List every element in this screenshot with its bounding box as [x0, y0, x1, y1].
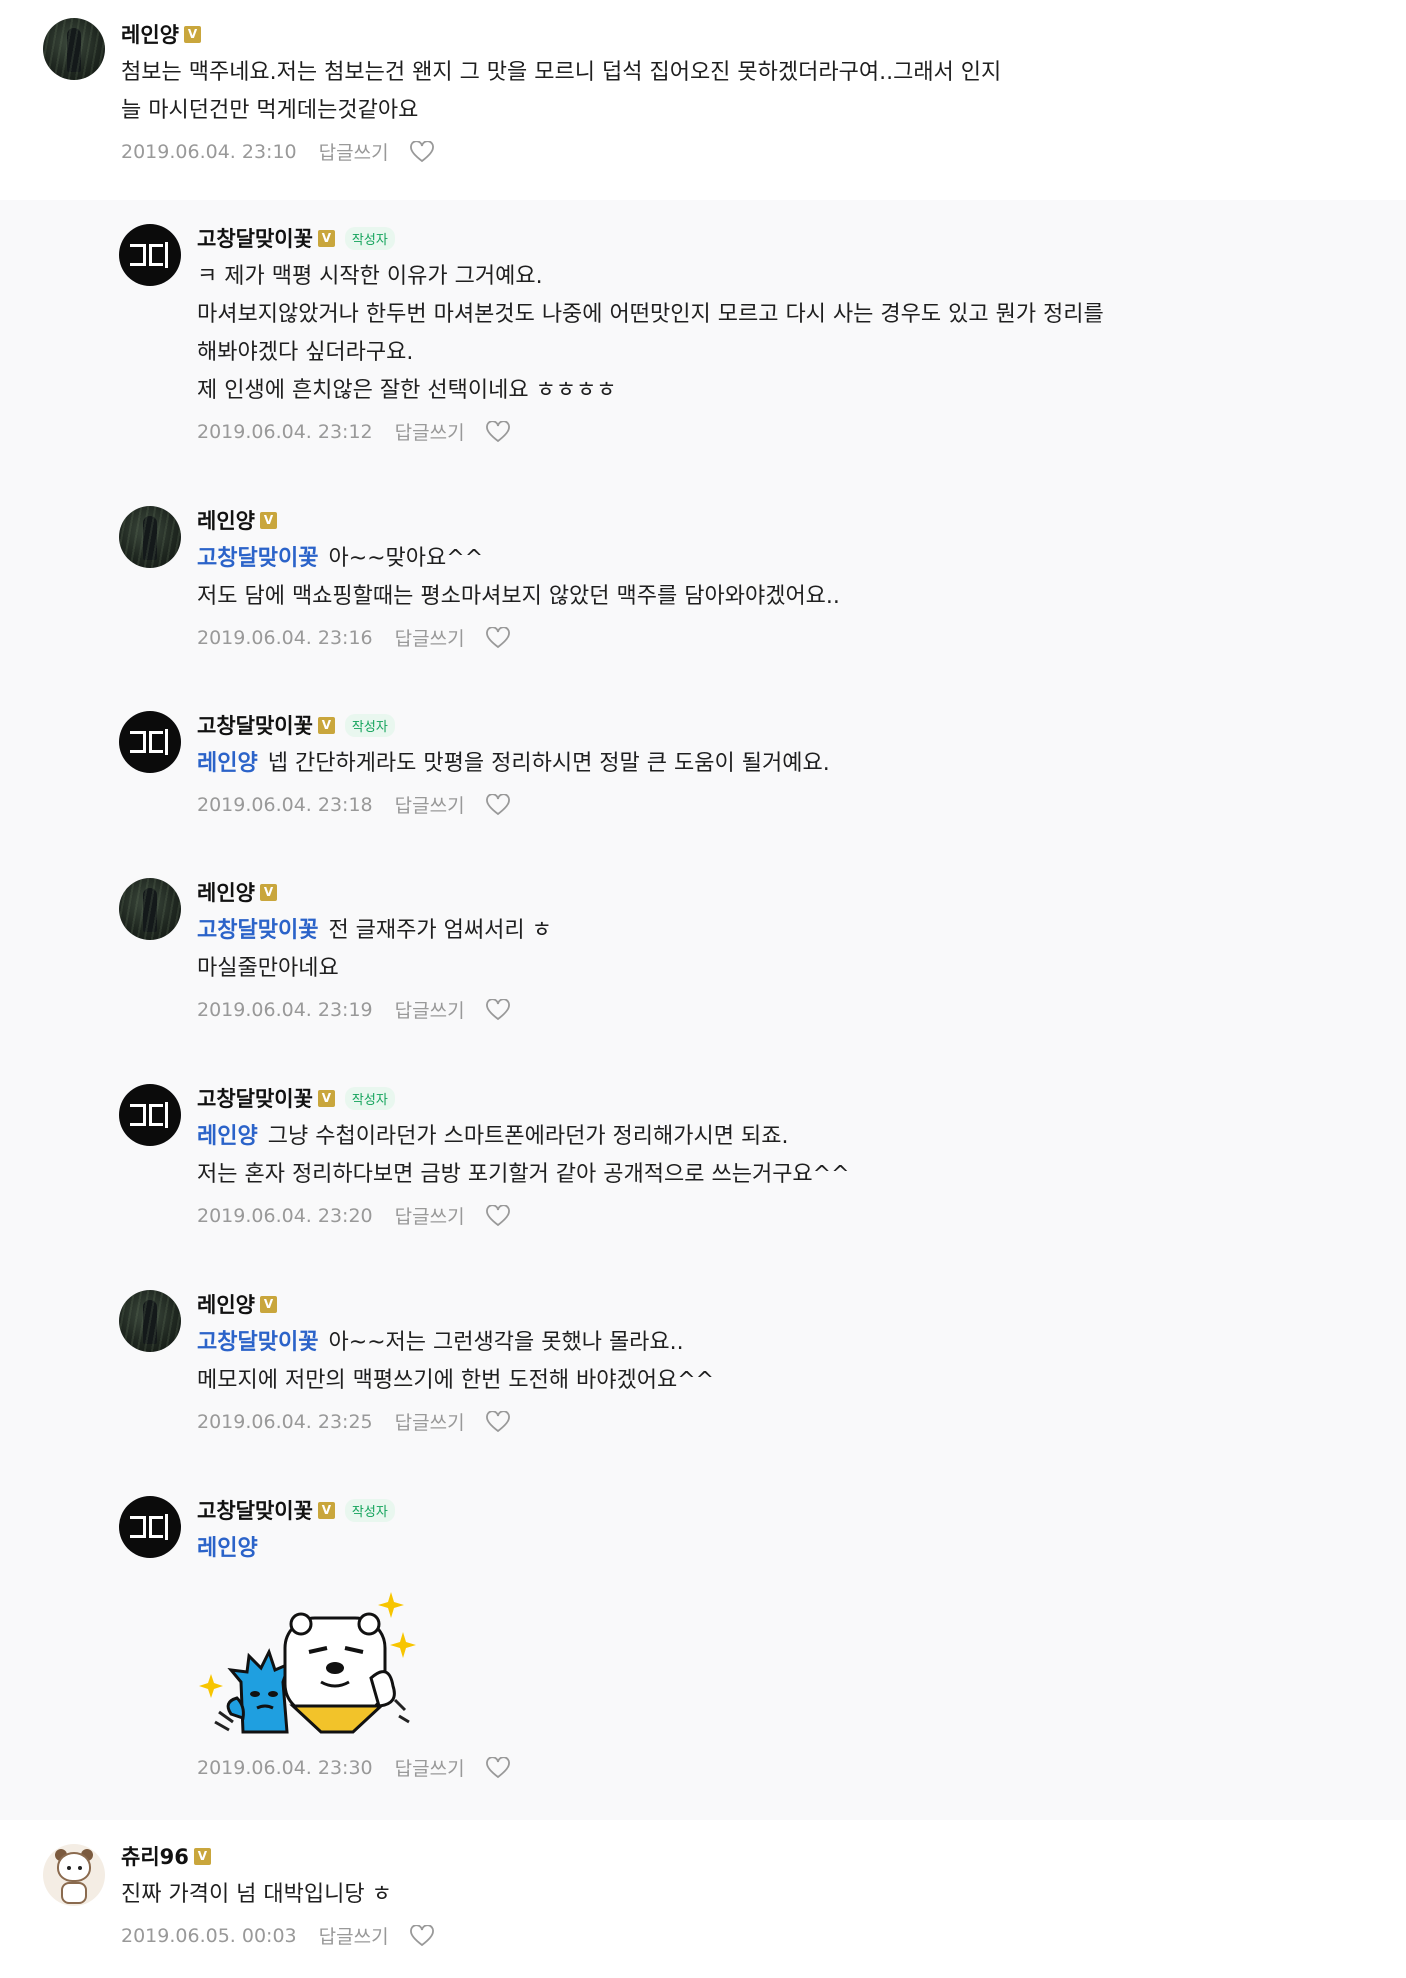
- mention-link[interactable]: 레인양: [197, 1536, 258, 1561]
- heart-outline-icon[interactable]: [485, 420, 511, 443]
- comment-text: 고창달맞이꽃 아~~저는 그런생각을 못했나 몰라요.. 메모지에 저만의 맥평쓰…: [197, 1330, 715, 1393]
- comment-date: 2019.06.04. 23:10: [121, 140, 297, 163]
- reply-button[interactable]: 답글쓰기: [319, 138, 389, 165]
- heart-outline-icon[interactable]: [485, 998, 511, 1021]
- reply-item: 고창달맞이꽃 V 작성자 레인양 넵 간단하게라도 맛평을 정리하시면 정말 큰 …: [0, 687, 1406, 854]
- avatar[interactable]: [43, 18, 105, 80]
- reply-item: 고창달맞이꽃 V 작성자 레인양 2019.06.04. 23:30 답글쓰기: [0, 1472, 1406, 1820]
- comment-text: 고창달맞이꽃 아~~맞아요^^ 저도 담에 맥쇼핑할때는 평소마셔보지 않았던 맥…: [197, 546, 840, 609]
- comment-text: 레인양 그냥 수첩이라던가 스마트폰에라던가 정리해가시면 되죠. 저는 혼자 정…: [197, 1124, 850, 1187]
- reply-button[interactable]: 답글쓰기: [395, 418, 465, 445]
- comment-author[interactable]: 레인양: [197, 505, 255, 535]
- verified-badge-icon: V: [259, 511, 277, 529]
- gd-logo-icon: [130, 1514, 170, 1540]
- comment-author[interactable]: 레인양: [121, 19, 179, 49]
- writer-tag: 작성자: [344, 1086, 395, 1110]
- reply-button[interactable]: 답글쓰기: [395, 1754, 465, 1781]
- mention-link[interactable]: 레인양: [197, 1124, 258, 1149]
- reply-button[interactable]: 답글쓰기: [395, 1408, 465, 1435]
- avatar[interactable]: [119, 506, 181, 568]
- comment-text: 레인양: [197, 1530, 511, 1568]
- reply-button[interactable]: 답글쓰기: [395, 791, 465, 818]
- avatar[interactable]: [43, 1844, 105, 1906]
- mention-link[interactable]: 고창달맞이꽃: [197, 1330, 318, 1355]
- avatar[interactable]: [119, 1084, 181, 1146]
- heart-outline-icon[interactable]: [485, 793, 511, 816]
- comment-author[interactable]: 고창달맞이꽃: [197, 710, 313, 740]
- writer-tag: 작성자: [344, 1498, 395, 1522]
- gd-logo-icon: [130, 1102, 170, 1128]
- reply-item: 레인양 V 고창달맞이꽃 아~~맞아요^^ 저도 담에 맥쇼핑할때는 평소마셔보지…: [0, 482, 1406, 687]
- mention-link[interactable]: 고창달맞이꽃: [197, 918, 318, 943]
- verified-badge-icon: V: [259, 883, 277, 901]
- comment-date: 2019.06.04. 23:18: [197, 793, 373, 816]
- heart-outline-icon[interactable]: [485, 626, 511, 649]
- heart-outline-icon[interactable]: [485, 1410, 511, 1433]
- heart-outline-icon[interactable]: [409, 140, 435, 163]
- gd-logo-icon: [130, 729, 170, 755]
- heart-outline-icon[interactable]: [409, 1924, 435, 1947]
- reply-item: 레인양 V 고창달맞이꽃 전 글재주가 엄써서리 ㅎ 마실줄만아네요 2019.0…: [0, 854, 1406, 1060]
- emoticon-sticker[interactable]: [193, 1582, 423, 1742]
- reply-item: 레인양 V 고창달맞이꽃 아~~저는 그런생각을 못했나 몰라요.. 메모지에 저…: [0, 1266, 1406, 1472]
- comment-date: 2019.06.04. 23:12: [197, 420, 373, 443]
- avatar[interactable]: [119, 1496, 181, 1558]
- verified-badge-icon: V: [193, 1847, 211, 1865]
- reply-button[interactable]: 답글쓰기: [319, 1922, 389, 1949]
- mention-link[interactable]: 고창달맞이꽃: [197, 546, 318, 571]
- verified-badge-icon: V: [317, 229, 335, 247]
- avatar[interactable]: [119, 224, 181, 286]
- comment-author[interactable]: 고창달맞이꽃: [197, 223, 313, 253]
- comment-item: 레인양 V 첨보는 맥주네요.저는 첨보는건 왠지 그 맛을 모르니 덥석 집어…: [0, 0, 1406, 180]
- comment-item: 츄리96 V 진짜 가격이 넘 대박입니당 ㅎ 2019.06.05. 00:0…: [0, 1820, 1406, 1978]
- comment-date: 2019.06.04. 23:16: [197, 626, 373, 649]
- avatar[interactable]: [119, 878, 181, 940]
- reply-button[interactable]: 답글쓰기: [395, 1202, 465, 1229]
- comment-author[interactable]: 레인양: [197, 1289, 255, 1319]
- avatar[interactable]: [119, 711, 181, 773]
- comment-date: 2019.06.04. 23:20: [197, 1204, 373, 1227]
- comment-text: 진짜 가격이 넘 대박입니당 ㅎ: [121, 1882, 392, 1907]
- reply-item: 고창달맞이꽃 V 작성자 레인양 그냥 수첩이라던가 스마트폰에라던가 정리해가시…: [0, 1060, 1406, 1266]
- avatar[interactable]: [119, 1290, 181, 1352]
- comment-author[interactable]: 츄리96: [121, 1841, 189, 1871]
- mention-link[interactable]: 레인양: [197, 751, 258, 776]
- heart-outline-icon[interactable]: [485, 1204, 511, 1227]
- reply-button[interactable]: 답글쓰기: [395, 624, 465, 651]
- verified-badge-icon: V: [183, 25, 201, 43]
- comment-date: 2019.06.04. 23:25: [197, 1410, 373, 1433]
- comment-text: 첨보는 맥주네요.저는 첨보는건 왠지 그 맛을 모르니 덥석 집어오진 못하겠…: [121, 60, 1002, 123]
- verified-badge-icon: V: [317, 1089, 335, 1107]
- reply-button[interactable]: 답글쓰기: [395, 996, 465, 1023]
- comment-text: ㅋ 제가 맥평 시작한 이유가 그거예요. 마셔보지않았거나 한두번 마셔본것도…: [197, 264, 1104, 403]
- comment-date: 2019.06.04. 23:30: [197, 1756, 373, 1779]
- comment-author[interactable]: 고창달맞이꽃: [197, 1495, 313, 1525]
- heart-outline-icon[interactable]: [485, 1756, 511, 1779]
- comment-author[interactable]: 고창달맞이꽃: [197, 1083, 313, 1113]
- verified-badge-icon: V: [317, 716, 335, 734]
- comment-date: 2019.06.04. 23:19: [197, 998, 373, 1021]
- comment-text: 고창달맞이꽃 전 글재주가 엄써서리 ㅎ 마실줄만아네요: [197, 918, 552, 981]
- gd-logo-icon: [130, 242, 170, 268]
- writer-tag: 작성자: [344, 226, 395, 250]
- verified-badge-icon: V: [259, 1295, 277, 1313]
- comment-author[interactable]: 레인양: [197, 877, 255, 907]
- writer-tag: 작성자: [344, 713, 395, 737]
- reply-item: 고창달맞이꽃 V 작성자 ㅋ 제가 맥평 시작한 이유가 그거예요. 마셔보지않…: [0, 200, 1406, 482]
- comment-text: 레인양 넵 간단하게라도 맛평을 정리하시면 정말 큰 도움이 될거예요.: [197, 751, 830, 776]
- comment-date: 2019.06.05. 00:03: [121, 1924, 297, 1947]
- verified-badge-icon: V: [317, 1501, 335, 1519]
